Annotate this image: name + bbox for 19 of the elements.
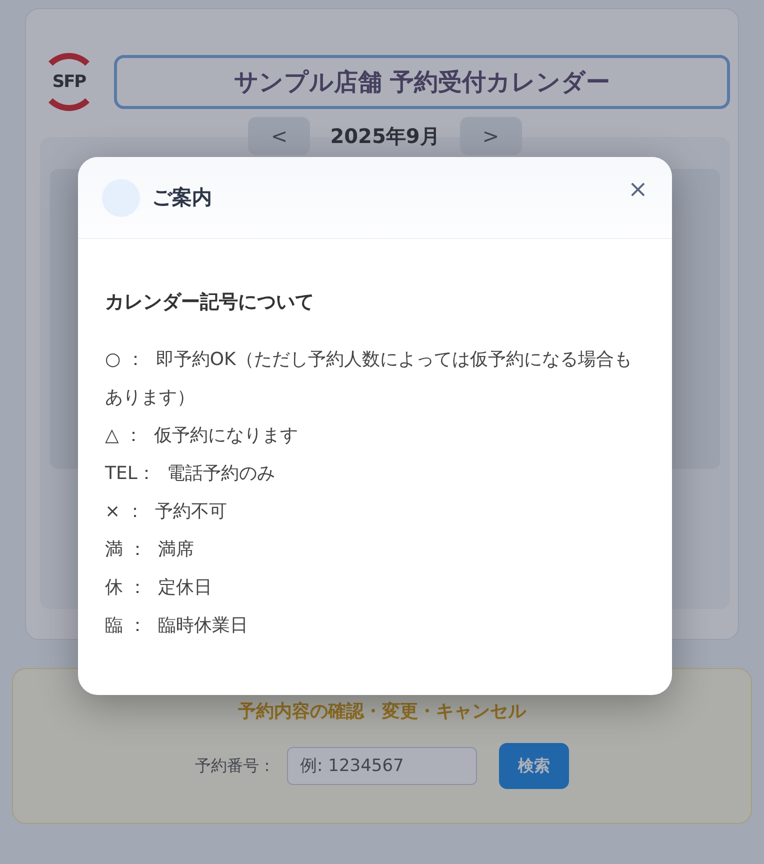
legend-line: ○ ： 即予約OK（ただし予約人数によっては仮予約になる場合もあります） xyxy=(105,348,633,410)
reservation-number-field[interactable]: 例: 1234567 xyxy=(287,747,477,785)
legend-line: × ： 予約不可 xyxy=(105,500,228,524)
dialog-title: ご案内 xyxy=(152,184,213,211)
prev-month-button[interactable]: < xyxy=(248,117,310,155)
legend-line: △ ： 仮予約になります xyxy=(105,424,300,448)
section-heading: カレンダー記号について xyxy=(105,290,315,315)
close-button[interactable]: × xyxy=(628,176,648,200)
legend-line: 満 ： 満席 xyxy=(105,538,196,562)
next-month-button[interactable]: > xyxy=(460,117,522,155)
field-label: 予約番号： xyxy=(195,756,275,776)
logo: SFP xyxy=(40,53,98,111)
legend-line: 臨 ： 臨時休業日 xyxy=(105,614,250,638)
month-label: 2025年9月 xyxy=(330,122,440,150)
page-title: サンプル店舗 予約受付カレンダー xyxy=(114,55,730,109)
legend-line: 休 ： 定休日 xyxy=(105,576,214,600)
search-button[interactable]: 検索 xyxy=(499,743,569,789)
lookup-heading: 予約内容の確認・変更・キャンセル xyxy=(238,700,526,723)
legend-line: TEL： 電話予約のみ xyxy=(105,462,276,486)
